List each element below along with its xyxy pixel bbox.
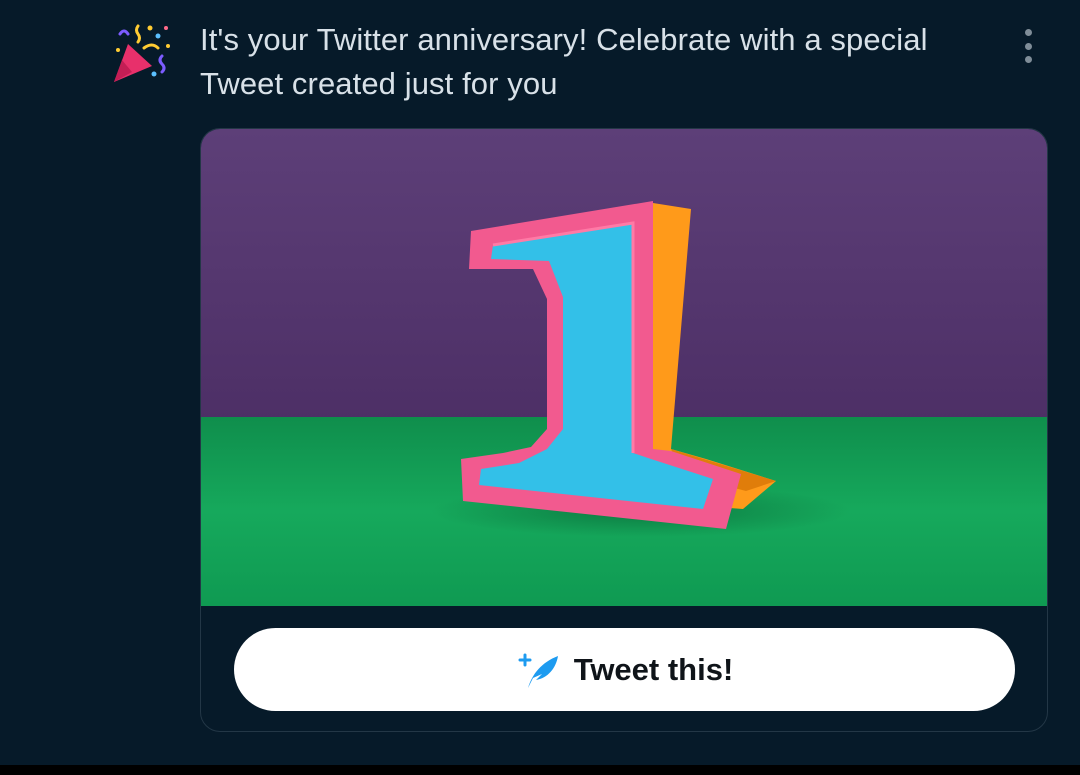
tweet-this-button[interactable]: Tweet this! <box>234 628 1015 711</box>
bottom-edge-bar <box>0 765 1080 775</box>
more-vertical-icon[interactable] <box>1014 24 1042 68</box>
anniversary-card[interactable]: Tweet this! <box>200 128 1048 732</box>
anniversary-number-one-image <box>201 129 1047 606</box>
more-dot <box>1024 29 1032 36</box>
quill-plus-icon <box>518 653 558 688</box>
tweet-this-label: Tweet this! <box>573 651 734 687</box>
more-dot <box>1024 56 1032 63</box>
notification-message: It's your Twitter anniversary! Celebrate… <box>200 22 928 101</box>
party-popper-icon <box>110 20 176 86</box>
more-dot <box>1024 42 1032 50</box>
